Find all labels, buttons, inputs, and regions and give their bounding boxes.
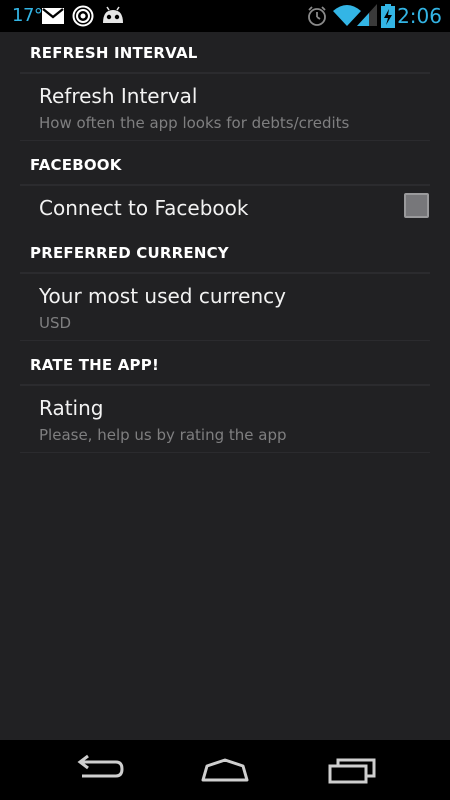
preferences-list: REFRESH INTERVAL Refresh Interval How of… (0, 32, 450, 740)
facebook-checkbox[interactable] (404, 193, 429, 218)
signal-icon (357, 4, 377, 30)
category-facebook: FACEBOOK (20, 146, 430, 186)
settings-screen: 17° 2:06 REFRESH INTERVAL Refresh Interv… (0, 0, 450, 800)
pref-rating[interactable]: Rating Please, help us by rating the app (20, 386, 430, 453)
home-icon[interactable] (185, 750, 265, 790)
clock-text: 2:06 (397, 4, 442, 28)
pref-title: Your most used currency (39, 284, 286, 308)
category-header: REFRESH INTERVAL (30, 44, 198, 62)
category-header: PREFERRED CURRENCY (30, 244, 229, 262)
alarm-icon (306, 5, 328, 31)
gmail-icon (42, 8, 64, 28)
battery-charging-icon (381, 4, 395, 32)
pref-currency[interactable]: Your most used currency USD (20, 274, 430, 341)
category-header: RATE THE APP! (30, 356, 159, 374)
temperature-text: 17° (12, 5, 43, 26)
pref-title: Connect to Facebook (39, 196, 249, 220)
android-icon (101, 5, 125, 31)
pref-title: Refresh Interval (39, 84, 198, 108)
category-header: FACEBOOK (30, 156, 122, 174)
category-rate-the-app: RATE THE APP! (20, 346, 430, 386)
hotspot-icon (72, 5, 94, 31)
pref-summary: USD (39, 314, 72, 332)
back-icon[interactable] (60, 750, 140, 790)
recent-apps-icon[interactable] (312, 750, 392, 790)
category-refresh-interval: REFRESH INTERVAL (20, 34, 430, 74)
pref-summary: Please, help us by rating the app (39, 426, 287, 444)
pref-summary: How often the app looks for debts/credit… (39, 114, 350, 132)
pref-title: Rating (39, 396, 104, 420)
status-bar: 17° 2:06 (0, 0, 450, 32)
navigation-bar (0, 740, 450, 800)
pref-refresh-interval[interactable]: Refresh Interval How often the app looks… (20, 74, 430, 141)
category-preferred-currency: PREFERRED CURRENCY (20, 234, 430, 274)
